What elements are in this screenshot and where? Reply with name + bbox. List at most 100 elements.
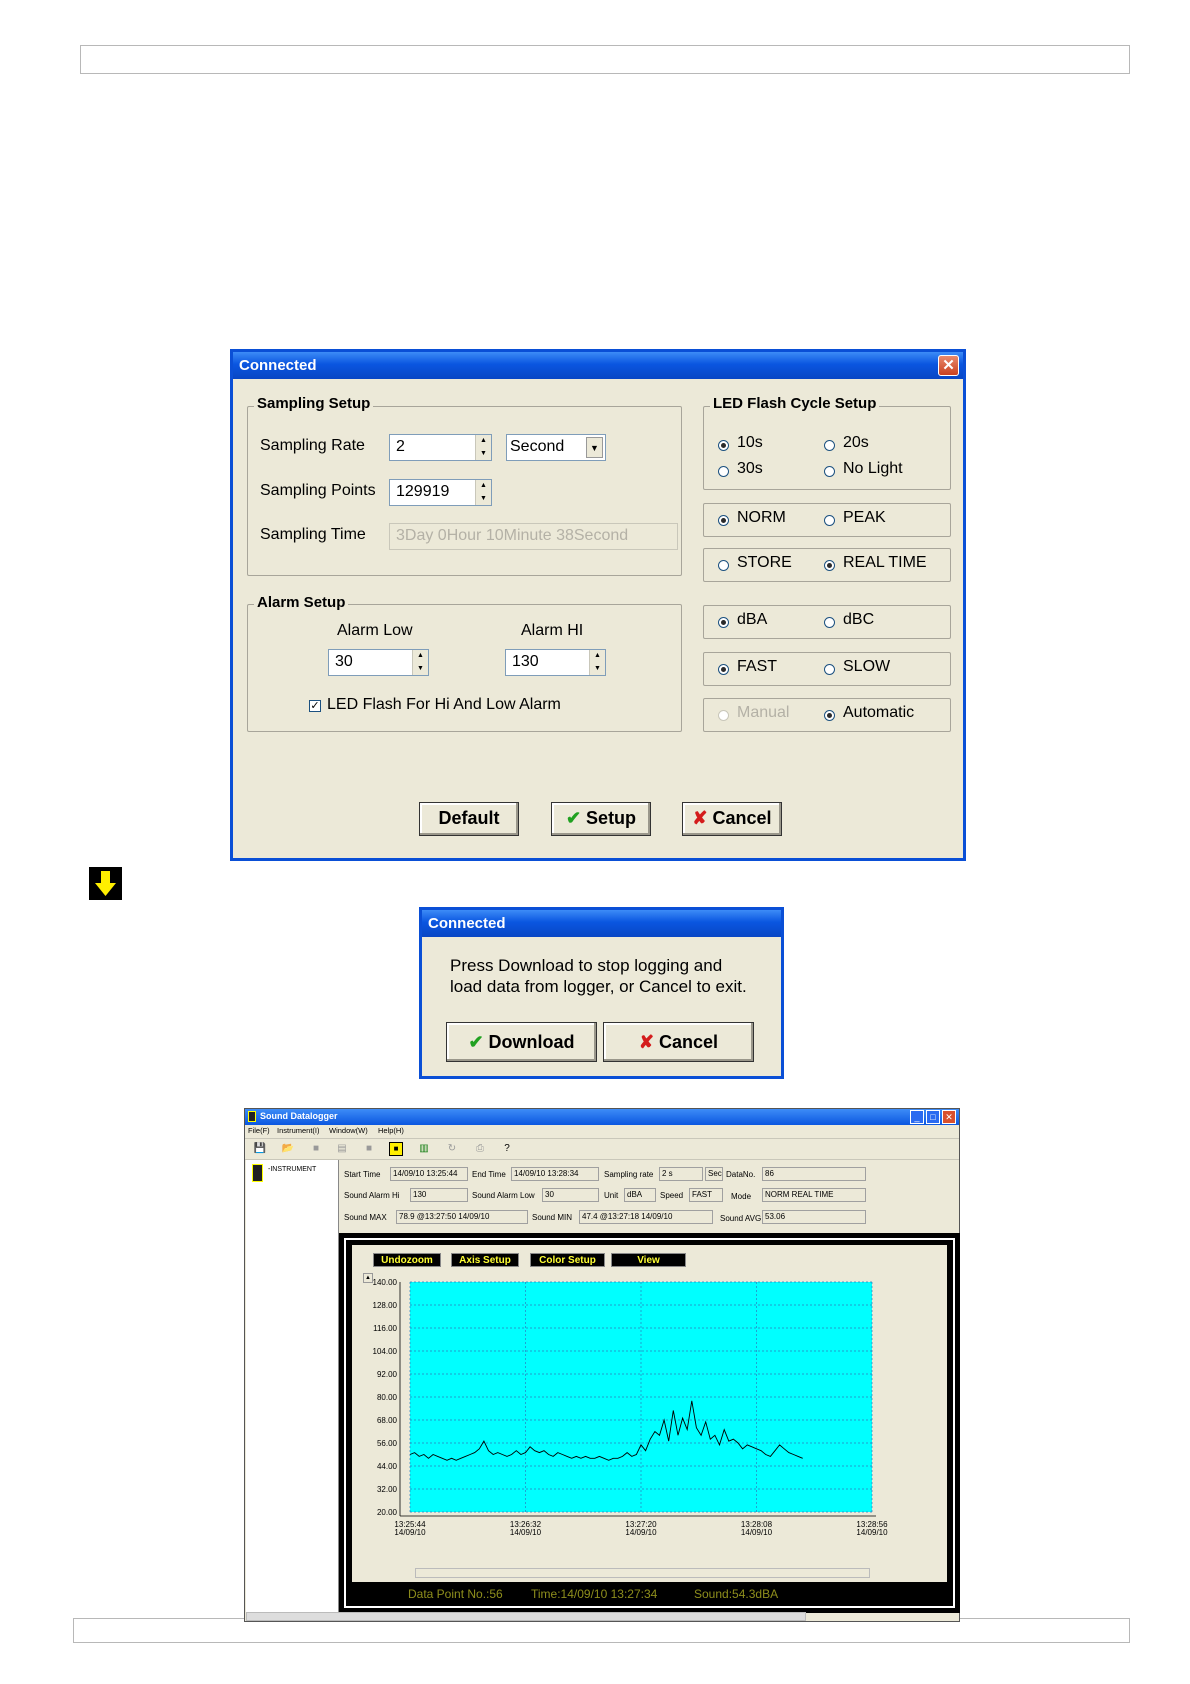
print-preview-icon[interactable]: ▤ (335, 1142, 349, 1156)
led-30s-label: 30s (737, 460, 763, 477)
chevron-down-icon[interactable]: ▼ (586, 437, 603, 458)
download-cancel-button[interactable]: ✘ Cancel (603, 1022, 754, 1062)
checkmark-icon: ✔ (468, 1032, 484, 1052)
tree-item-instrument[interactable]: -INSTRUMENT (268, 1166, 316, 1173)
toolbar: 💾 📂 ■ ▤ ■ ■ ▥ ↻ ⎙ ? (245, 1138, 959, 1160)
instrument-icon (252, 1164, 263, 1182)
alarm-hi-label: Sound Alarm Hi (344, 1191, 400, 1200)
x-mark-icon: ✘ (638, 1032, 655, 1052)
cancel-button[interactable]: ✘ Cancel (682, 802, 782, 836)
sound-avg-label: Sound AVG (720, 1214, 762, 1223)
sampling-time-field: 3Day 0Hour 10Minute 38Second (389, 523, 678, 550)
cancel-button-label: Cancel (712, 808, 772, 828)
sampling-setup-heading: Sampling Setup (254, 395, 374, 412)
setup-dialog: Connected ✕ Sampling Setup Sampling Rate… (230, 349, 966, 861)
datano-field: 86 (762, 1167, 866, 1181)
data-point-number: Data Point No.:56 (408, 1587, 503, 1601)
download-button[interactable]: ✔ Download (446, 1022, 597, 1062)
menu-instrument[interactable]: Instrument(I) (277, 1125, 320, 1137)
dba-label: dBA (737, 611, 768, 628)
sampling-rate-spinner[interactable]: ▲ ▼ (475, 435, 491, 460)
x-tick-date: 14/09/10 (394, 1528, 426, 1537)
fast-label: FAST (737, 658, 778, 675)
led-20s-label: 20s (843, 434, 869, 451)
download-button-label: Download (488, 1032, 575, 1052)
peak-label: PEAK (843, 509, 886, 526)
speed-field: FAST (689, 1188, 723, 1202)
record-icon[interactable]: ■ (362, 1142, 376, 1156)
dba-radio[interactable] (718, 617, 729, 628)
y-tick-label: 56.00 (377, 1439, 398, 1448)
peak-radio[interactable] (824, 515, 835, 526)
fast-radio[interactable] (718, 664, 729, 675)
sound-min-field: 47.4 @13:27:18 14/09/10 (579, 1210, 713, 1224)
page-header-bar (80, 45, 1130, 74)
dbc-radio[interactable] (824, 617, 835, 628)
arrow-down-icon (89, 867, 122, 900)
menu-window[interactable]: Window(W) (329, 1125, 368, 1137)
real-time-radio[interactable] (824, 560, 835, 571)
menu-help[interactable]: Help(H) (378, 1125, 404, 1137)
maximize-icon[interactable]: □ (926, 1110, 940, 1124)
start-time-field: 14/09/10 13:25:44 (390, 1167, 468, 1181)
connect-icon[interactable]: ■ (389, 1142, 403, 1156)
menu-file[interactable]: File(F) (248, 1125, 270, 1137)
close-icon[interactable]: ✕ (938, 355, 959, 376)
led-flash-cycle-heading: LED Flash Cycle Setup (710, 395, 880, 412)
led-20s-radio[interactable] (824, 440, 835, 451)
y-tick-label: 128.00 (373, 1301, 398, 1310)
alarm-low-spinner[interactable]: ▲ ▼ (412, 650, 428, 675)
alarm-hi-spinner[interactable]: ▲ ▼ (589, 650, 605, 675)
open-icon[interactable]: 📂 (281, 1142, 295, 1156)
led-flash-label: LED Flash For Hi And Low Alarm (327, 696, 561, 713)
sampling-rate-label: Sampling rate (604, 1170, 654, 1179)
manual-label: Manual (737, 704, 790, 721)
y-tick-label: 20.00 (377, 1508, 398, 1517)
led-30s-radio[interactable] (718, 466, 729, 477)
x-tick-date: 14/09/10 (741, 1528, 773, 1537)
store-radio[interactable] (718, 560, 729, 571)
slow-radio[interactable] (824, 664, 835, 675)
sound-chart: 140.00 128.00 116.00 104.00 92.00 80.00 68.00 5… (373, 1278, 889, 1537)
instrument-tree: -INSTRUMENT (246, 1160, 339, 1612)
close-icon[interactable]: ✕ (942, 1110, 956, 1124)
download-cancel-label: Cancel (659, 1032, 719, 1052)
y-tick-label: 44.00 (377, 1462, 398, 1471)
end-time-field: 14/09/10 13:28:34 (511, 1167, 599, 1181)
y-tick-label: 92.00 (377, 1370, 398, 1379)
sound-max-field: 78.9 @13:27:50 14/09/10 (396, 1210, 528, 1224)
real-time-label: REAL TIME (843, 554, 927, 571)
default-button[interactable]: Default (419, 802, 519, 836)
app-horizontal-scrollbar[interactable] (246, 1612, 806, 1621)
setup-dialog-title: Connected (233, 352, 963, 379)
download-dialog-title: Connected (422, 910, 781, 937)
table-icon[interactable]: ▥ (417, 1142, 431, 1156)
setup-button[interactable]: ✔ Setup (551, 802, 651, 836)
stop-icon[interactable]: ■ (309, 1142, 323, 1156)
alarm-low-label: Sound Alarm Low (472, 1191, 535, 1200)
sampling-rate-field: 2 s (659, 1167, 703, 1181)
menu-bar: File(F) Instrument(I) Window(W) Help(H) (245, 1125, 959, 1137)
norm-label: NORM (737, 509, 786, 526)
app-title: Sound Datalogger (260, 1111, 338, 1121)
led-flash-checkbox[interactable]: ✓ (309, 700, 321, 712)
norm-radio[interactable] (718, 515, 729, 526)
setup-button-label: Setup (586, 808, 637, 828)
automatic-radio[interactable] (824, 710, 835, 721)
led-10s-radio[interactable] (718, 440, 729, 451)
download-dialog: Connected Press Download to stop logging… (419, 907, 784, 1079)
mode-field: NORM REAL TIME (762, 1188, 866, 1202)
printer-icon[interactable]: ⎙ (473, 1142, 487, 1156)
led-no-light-radio[interactable] (824, 466, 835, 477)
sampling-points-spinner[interactable]: ▲ ▼ (475, 480, 491, 505)
help-icon[interactable]: ? (500, 1142, 514, 1156)
manual-radio (718, 710, 729, 721)
store-label: STORE (737, 554, 792, 571)
y-tick-label: 104.00 (373, 1347, 398, 1356)
slow-label: SLOW (843, 658, 891, 675)
sampling-rate-label: Sampling Rate (260, 437, 365, 454)
minimize-icon[interactable]: _ (910, 1110, 924, 1124)
save-icon[interactable]: 💾 (253, 1142, 267, 1156)
start-time-label: Start Time (344, 1170, 381, 1179)
refresh-icon[interactable]: ↻ (445, 1142, 459, 1156)
